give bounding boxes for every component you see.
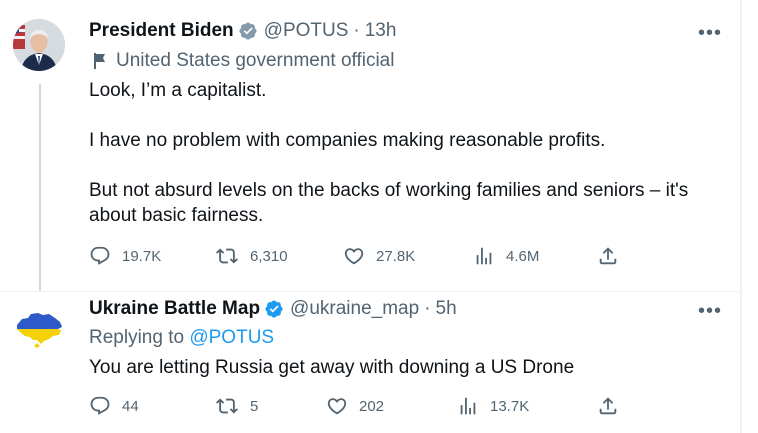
portrait-image bbox=[13, 19, 65, 71]
views-count: 4.6M bbox=[506, 247, 540, 265]
tweet-time[interactable]: 13h bbox=[365, 20, 397, 42]
share-icon bbox=[599, 397, 617, 415]
reply-count: 44 bbox=[122, 397, 139, 415]
more-icon[interactable]: ••• bbox=[698, 23, 722, 43]
avatar-president-biden[interactable] bbox=[13, 19, 65, 71]
retweet-icon bbox=[216, 248, 238, 264]
like-icon bbox=[344, 248, 364, 265]
right-panel-edge bbox=[740, 0, 742, 433]
retweet-count: 5 bbox=[250, 397, 259, 415]
tweet-paragraph: Look, I’m a capitalist. bbox=[89, 80, 267, 101]
like-button[interactable]: 27.8K bbox=[343, 245, 415, 267]
like-icon bbox=[327, 398, 347, 415]
author-name[interactable]: Ukraine Battle Map bbox=[89, 298, 260, 320]
like-button[interactable]: 202 bbox=[326, 395, 384, 417]
tweet1-header: President Biden @POTUS · 13h bbox=[89, 20, 396, 42]
dot-separator: · bbox=[424, 298, 431, 319]
tweet2-actions: 44 5 202 13.7K bbox=[89, 395, 629, 419]
like-count: 202 bbox=[359, 397, 385, 415]
views-button[interactable]: 13.7K bbox=[457, 395, 529, 417]
tweet2-text: You are letting Russia get away with dow… bbox=[89, 355, 574, 380]
government-label: United States government official bbox=[92, 50, 394, 72]
more-icon[interactable]: ••• bbox=[698, 301, 722, 321]
reply-button[interactable]: 19.7K bbox=[89, 245, 161, 267]
share-button[interactable] bbox=[597, 395, 630, 417]
flag-icon bbox=[94, 53, 105, 69]
tweet2-header: Ukraine Battle Map @ukraine_map · 5h bbox=[89, 298, 457, 320]
author-name[interactable]: President Biden bbox=[89, 20, 234, 42]
replying-to-line: Replying to @POTUS bbox=[89, 327, 274, 349]
verified-badge-icon[interactable] bbox=[264, 299, 284, 319]
author-handle[interactable]: @ukraine_map bbox=[290, 298, 419, 320]
retweet-count: 6,310 bbox=[250, 247, 288, 265]
tweet-divider bbox=[0, 291, 740, 292]
tweet-paragraph: But not absurd levels on the backs of wo… bbox=[89, 180, 689, 201]
verified-badge-icon[interactable] bbox=[238, 21, 258, 41]
avatar-ukraine-battle-map[interactable] bbox=[13, 303, 65, 355]
replying-prefix: Replying to bbox=[89, 327, 185, 348]
retweet-icon bbox=[216, 398, 238, 414]
views-count: 13.7K bbox=[490, 397, 530, 415]
tweet-paragraph: I have no problem with companies making … bbox=[89, 130, 606, 151]
views-button[interactable]: 4.6M bbox=[473, 245, 539, 267]
views-icon bbox=[460, 397, 476, 415]
reply-button[interactable]: 44 bbox=[89, 395, 139, 417]
reply-icon bbox=[90, 246, 110, 265]
retweet-button[interactable]: 6,310 bbox=[215, 245, 288, 267]
label-text[interactable]: United States government official bbox=[116, 50, 394, 72]
like-count: 27.8K bbox=[376, 247, 416, 265]
thread-connector-line bbox=[39, 84, 41, 292]
views-icon bbox=[476, 247, 492, 265]
tweet1-text: Look, I’m a capitalist. I have no proble… bbox=[89, 78, 688, 228]
ukraine-map-image bbox=[17, 313, 62, 348]
tweet-paragraph: about basic fairness. bbox=[89, 205, 264, 226]
dot-separator: · bbox=[353, 20, 360, 41]
share-button[interactable] bbox=[597, 245, 630, 267]
share-icon bbox=[599, 247, 617, 265]
replying-to-link[interactable]: @POTUS bbox=[189, 327, 274, 348]
reply-icon bbox=[90, 396, 110, 415]
tweet-time[interactable]: 5h bbox=[436, 298, 457, 320]
tweet-paragraph: You are letting Russia get away with dow… bbox=[89, 357, 575, 378]
reply-count: 19.7K bbox=[122, 247, 162, 265]
tweet1-actions: 19.7K 6,310 27.8K 4.6M bbox=[89, 245, 629, 269]
retweet-button[interactable]: 5 bbox=[215, 395, 258, 417]
author-handle[interactable]: @POTUS bbox=[264, 20, 349, 42]
